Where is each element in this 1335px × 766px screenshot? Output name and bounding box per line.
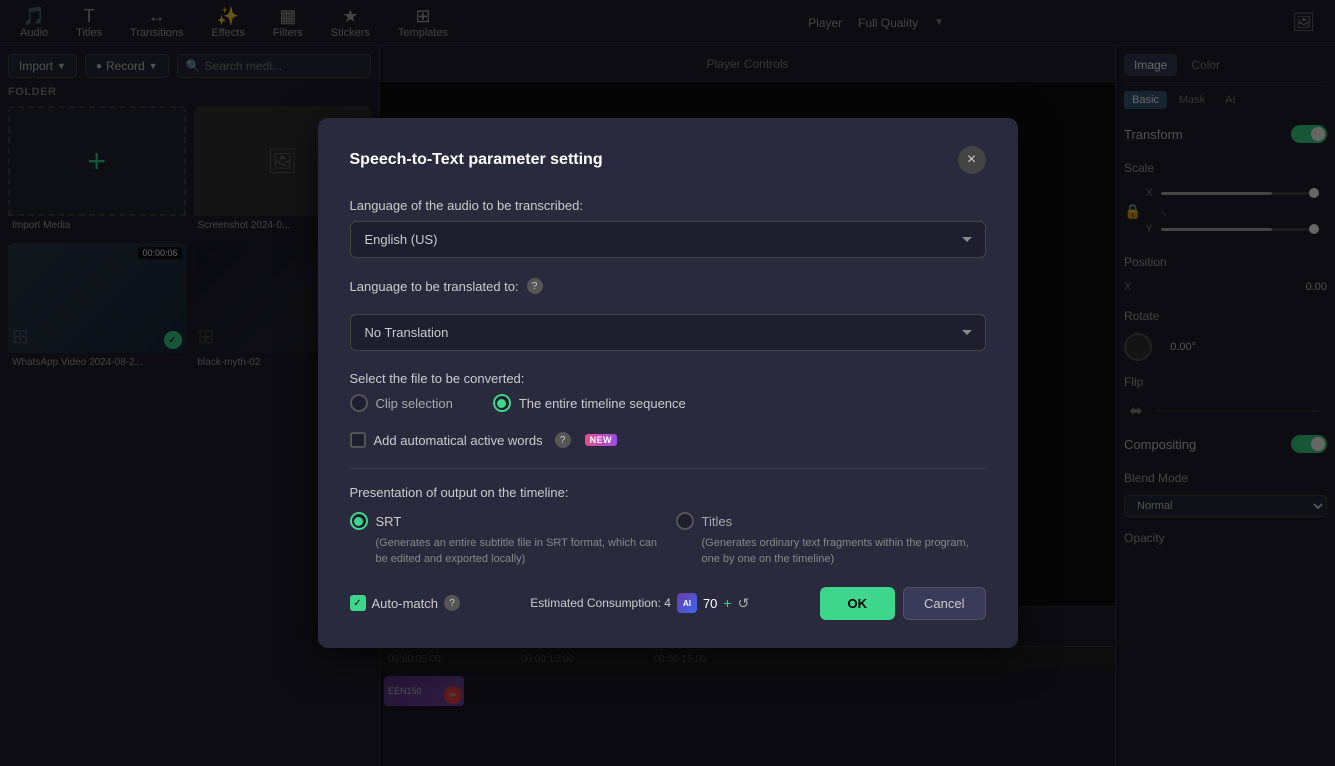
modal-title: Speech-to-Text parameter setting <box>350 151 603 169</box>
estimation-row: Estimated Consumption: 4 AI 70 + ↺ <box>530 593 749 613</box>
active-words-info-icon[interactable]: ? <box>555 432 571 448</box>
auto-match-checkbox[interactable]: ✓ <box>350 595 366 611</box>
output-grid: SRT (Generates an entire subtitle file i… <box>350 512 986 567</box>
auto-match-label: Auto-match <box>372 596 438 611</box>
srt-desc: (Generates an entire subtitle file in SR… <box>350 536 660 567</box>
modal-footer: ✓ Auto-match ? Estimated Consumption: 4 … <box>350 587 986 620</box>
clip-radio-outer <box>350 394 368 412</box>
srt-option-header: SRT <box>350 512 660 530</box>
timeline-radio-outer <box>493 394 511 412</box>
srt-label: SRT <box>376 514 402 529</box>
titles-desc: (Generates ordinary text fragments withi… <box>676 536 986 567</box>
cancel-button[interactable]: Cancel <box>903 587 985 620</box>
credit-count: 70 <box>703 596 717 611</box>
modal-close-button[interactable]: × <box>958 146 986 174</box>
titles-label: Titles <box>702 514 733 529</box>
auto-match-info-icon[interactable]: ? <box>444 595 460 611</box>
estimation-label: Estimated Consumption: 4 <box>530 596 671 610</box>
footer-buttons: OK Cancel <box>820 587 986 620</box>
titles-radio-outer[interactable] <box>676 512 694 530</box>
clip-selection-label: Clip selection <box>376 396 453 411</box>
active-words-row: Add automatical active words ? NEW <box>350 432 986 448</box>
modal-divider <box>350 468 986 469</box>
speech-to-text-modal: Speech-to-Text parameter setting × Langu… <box>318 118 1018 648</box>
refresh-icon[interactable]: ↺ <box>738 595 750 612</box>
timeline-radio-inner <box>497 399 506 408</box>
translate-select[interactable]: No Translation Spanish French <box>350 314 986 351</box>
language-audio-select[interactable]: English (US) English (UK) Spanish French <box>350 221 986 258</box>
translate-label-row: Language to be translated to: ? <box>350 278 986 294</box>
timeline-sequence-option[interactable]: The entire timeline sequence <box>493 394 686 412</box>
convert-label: Select the file to be converted: <box>350 371 986 386</box>
modal-overlay: Speech-to-Text parameter setting × Langu… <box>0 0 1335 766</box>
clip-selection-option[interactable]: Clip selection <box>350 394 453 412</box>
ai-badge: AI <box>677 593 697 613</box>
active-words-checkbox[interactable] <box>350 432 366 448</box>
titles-option: Titles (Generates ordinary text fragment… <box>676 512 986 567</box>
ok-button[interactable]: OK <box>820 587 896 620</box>
modal-header: Speech-to-Text parameter setting × <box>350 146 986 174</box>
srt-radio-inner <box>354 517 363 526</box>
output-label: Presentation of output on the timeline: <box>350 485 986 500</box>
translate-info-icon[interactable]: ? <box>527 278 543 294</box>
translate-label: Language to be translated to: <box>350 279 519 294</box>
language-audio-label: Language of the audio to be transcribed: <box>350 198 986 213</box>
convert-radio-group: Clip selection The entire timeline seque… <box>350 394 986 412</box>
srt-option: SRT (Generates an entire subtitle file i… <box>350 512 660 567</box>
srt-radio-outer[interactable] <box>350 512 368 530</box>
timeline-sequence-label: The entire timeline sequence <box>519 396 686 411</box>
add-credits-button[interactable]: + <box>723 595 731 611</box>
active-words-label: Add automatical active words <box>374 433 543 448</box>
footer-left: ✓ Auto-match ? <box>350 595 460 611</box>
titles-option-header: Titles <box>676 512 986 530</box>
new-badge: NEW <box>585 434 617 446</box>
